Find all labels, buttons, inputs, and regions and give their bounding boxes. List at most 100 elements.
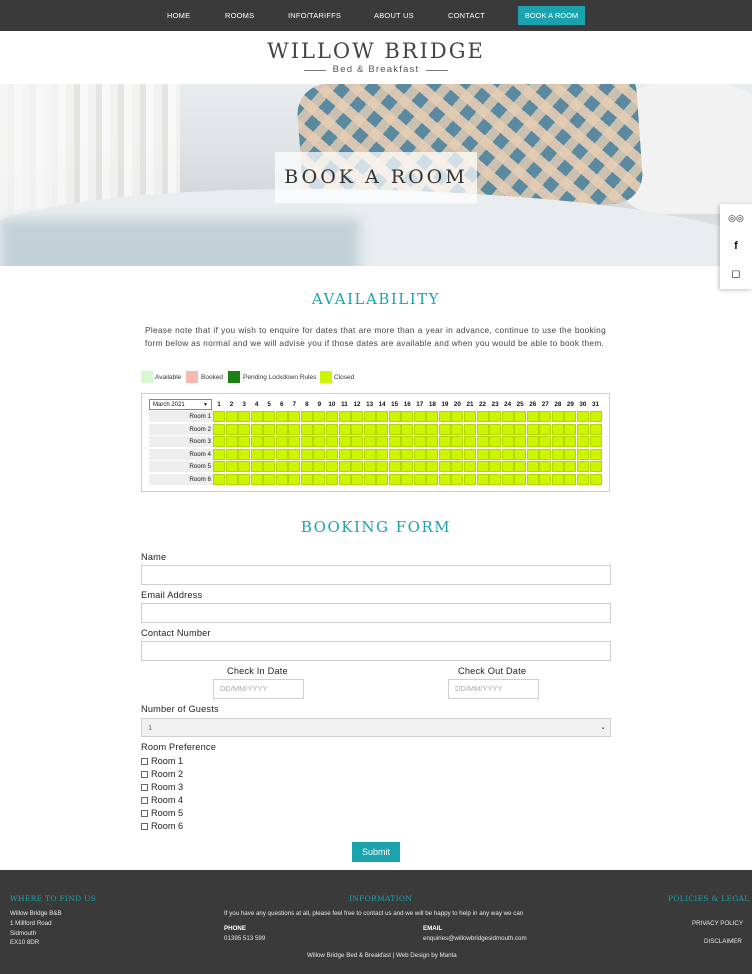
calendar-cell[interactable] xyxy=(438,436,451,448)
calendar-cell[interactable] xyxy=(489,461,502,473)
calendar-cell[interactable] xyxy=(526,474,539,485)
calendar-cell[interactable] xyxy=(338,411,351,422)
calendar-cell[interactable] xyxy=(325,474,338,485)
email-input[interactable] xyxy=(141,603,611,623)
contact-number-input[interactable] xyxy=(141,641,611,661)
calendar-cell[interactable] xyxy=(288,448,301,460)
calendar-cell[interactable] xyxy=(388,436,401,448)
calendar-cell[interactable] xyxy=(388,423,401,435)
checkbox[interactable] xyxy=(141,758,148,765)
calendar-cell[interactable] xyxy=(413,423,426,435)
calendar-cell[interactable] xyxy=(225,411,238,422)
calendar-cell[interactable] xyxy=(376,436,389,448)
checkbox[interactable] xyxy=(141,784,148,791)
calendar-cell[interactable] xyxy=(401,411,414,422)
checkbox[interactable] xyxy=(141,771,148,778)
calendar-cell[interactable] xyxy=(564,423,577,435)
calendar-cell[interactable] xyxy=(489,448,502,460)
calendar-cell[interactable] xyxy=(539,436,552,448)
footer-phone-link[interactable]: 01395 513 599 xyxy=(224,935,265,942)
calendar-cell[interactable] xyxy=(225,474,238,485)
calendar-cell[interactable] xyxy=(501,474,514,485)
calendar-cell[interactable] xyxy=(438,411,451,422)
calendar-cell[interactable] xyxy=(263,423,276,435)
calendar-cell[interactable] xyxy=(589,448,602,460)
calendar-cell[interactable] xyxy=(313,423,326,435)
calendar-cell[interactable] xyxy=(489,436,502,448)
calendar-cell[interactable] xyxy=(401,423,414,435)
calendar-cell[interactable] xyxy=(250,461,263,473)
footer-privacy-policy-link[interactable]: PRIVACY POLICY xyxy=(692,920,743,927)
calendar-cell[interactable] xyxy=(464,461,476,473)
calendar-cell[interactable] xyxy=(564,474,577,485)
calendar-cell[interactable] xyxy=(551,474,564,485)
instagram-icon[interactable]: ◻ xyxy=(728,266,744,282)
calendar-cell[interactable] xyxy=(250,474,263,485)
calendar-cell[interactable] xyxy=(426,448,439,460)
calendar-cell[interactable] xyxy=(514,461,527,473)
calendar-cell[interactable] xyxy=(313,474,326,485)
calendar-cell[interactable] xyxy=(388,411,401,422)
calendar-cell[interactable] xyxy=(551,436,564,448)
calendar-cell[interactable] xyxy=(275,423,288,435)
calendar-cell[interactable] xyxy=(476,448,489,460)
calendar-cell[interactable] xyxy=(238,461,251,473)
calendar-cell[interactable] xyxy=(300,474,313,485)
calendar-cell[interactable] xyxy=(363,436,376,448)
logo-title[interactable]: WILLOW BRIDGE xyxy=(0,39,752,63)
calendar-cell[interactable] xyxy=(589,411,602,422)
calendar-cell[interactable] xyxy=(288,423,301,435)
calendar-cell[interactable] xyxy=(438,461,451,473)
calendar-cell[interactable] xyxy=(288,436,301,448)
name-input[interactable] xyxy=(141,565,611,585)
calendar-cell[interactable] xyxy=(325,448,338,460)
calendar-cell[interactable] xyxy=(376,423,389,435)
calendar-cell[interactable] xyxy=(351,411,364,422)
calendar-cell[interactable] xyxy=(401,436,414,448)
calendar-cell[interactable] xyxy=(338,461,351,473)
calendar-cell[interactable] xyxy=(325,436,338,448)
calendar-cell[interactable] xyxy=(213,448,225,460)
calendar-cell[interactable] xyxy=(476,461,489,473)
calendar-cell[interactable] xyxy=(401,474,414,485)
calendar-cell[interactable] xyxy=(376,461,389,473)
calendar-cell[interactable] xyxy=(300,448,313,460)
calendar-cell[interactable] xyxy=(551,461,564,473)
calendar-cell[interactable] xyxy=(225,436,238,448)
calendar-cell[interactable] xyxy=(250,423,263,435)
calendar-cell[interactable] xyxy=(539,474,552,485)
calendar-cell[interactable] xyxy=(313,411,326,422)
calendar-cell[interactable] xyxy=(263,461,276,473)
calendar-cell[interactable] xyxy=(325,423,338,435)
calendar-cell[interactable] xyxy=(313,461,326,473)
calendar-cell[interactable] xyxy=(263,436,276,448)
calendar-cell[interactable] xyxy=(238,448,251,460)
calendar-cell[interactable] xyxy=(589,474,602,485)
calendar-cell[interactable] xyxy=(363,448,376,460)
calendar-cell[interactable] xyxy=(275,474,288,485)
calendar-cell[interactable] xyxy=(275,448,288,460)
calendar-cell[interactable] xyxy=(300,436,313,448)
calendar-cell[interactable] xyxy=(501,436,514,448)
calendar-cell[interactable] xyxy=(526,461,539,473)
calendar-cell[interactable] xyxy=(288,461,301,473)
calendar-cell[interactable] xyxy=(451,474,464,485)
calendar-cell[interactable] xyxy=(313,448,326,460)
calendar-cell[interactable] xyxy=(388,474,401,485)
calendar-cell[interactable] xyxy=(351,436,364,448)
calendar-cell[interactable] xyxy=(363,474,376,485)
calendar-cell[interactable] xyxy=(489,423,502,435)
calendar-cell[interactable] xyxy=(413,461,426,473)
calendar-cell[interactable] xyxy=(213,411,225,422)
calendar-cell[interactable] xyxy=(489,474,502,485)
calendar-cell[interactable] xyxy=(238,436,251,448)
calendar-cell[interactable] xyxy=(526,436,539,448)
calendar-cell[interactable] xyxy=(225,423,238,435)
calendar-cell[interactable] xyxy=(526,423,539,435)
calendar-cell[interactable] xyxy=(539,461,552,473)
calendar-cell[interactable] xyxy=(526,411,539,422)
calendar-cell[interactable] xyxy=(551,448,564,460)
calendar-cell[interactable] xyxy=(263,474,276,485)
facebook-icon[interactable]: f xyxy=(728,238,744,254)
calendar-cell[interactable] xyxy=(225,461,238,473)
